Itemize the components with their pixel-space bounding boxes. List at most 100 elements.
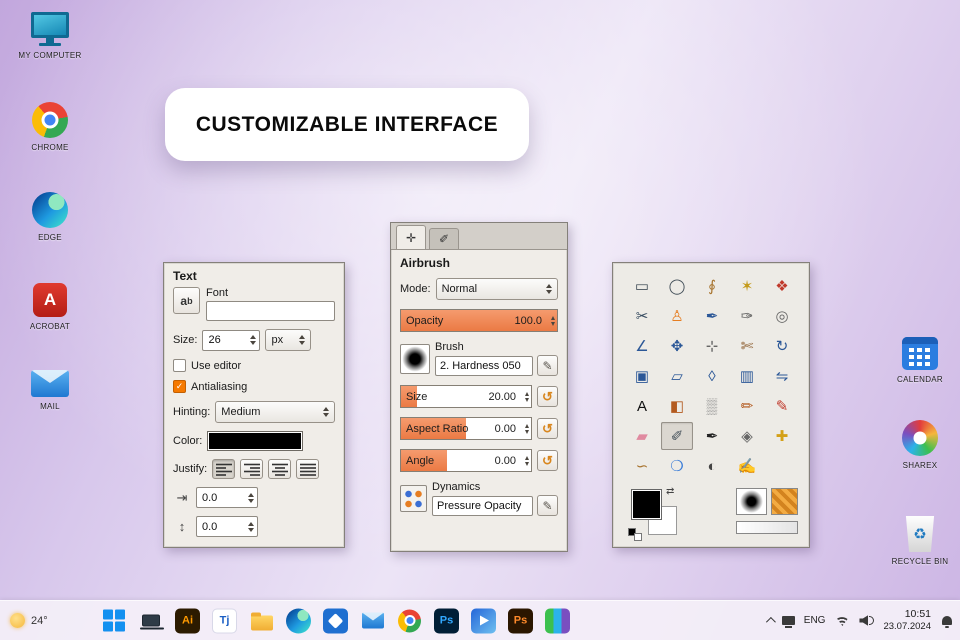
reset-angle-button[interactable]: ↺ [537,450,558,471]
taskbar-edge[interactable] [285,607,312,634]
default-colors-bg-icon[interactable] [634,533,642,541]
taskbar-tourbox[interactable]: Tj [211,607,238,634]
desktop-icon-sharex[interactable]: SHAREX [882,420,958,470]
tool-transform-3d[interactable]: ▥ [731,362,763,390]
tool-smudge[interactable]: ∽ [626,452,658,480]
indent-spinner[interactable] [196,487,258,508]
reset-size-button[interactable]: ↺ [537,386,558,407]
tool-blur-sharpen[interactable]: ❍ [661,452,693,480]
tool-paintbrush[interactable]: ✎ [766,392,798,420]
dynamics-input[interactable] [432,495,533,516]
tool-airbrush[interactable]: ✐ [661,422,693,450]
tool-move[interactable]: ✥ [661,332,693,360]
tool-perspective[interactable]: ◊ [696,362,728,390]
desktop-icon-mail[interactable]: MAIL [12,370,88,411]
tool-free-select[interactable]: ∮ [696,272,728,300]
taskbar-device-app[interactable] [137,607,164,634]
tool-color-picker[interactable]: ✑ [731,302,763,330]
size-slider-arrows[interactable] [525,391,529,402]
indent-arrows[interactable] [248,492,254,503]
tool-scale[interactable]: ▣ [626,362,658,390]
start-button[interactable] [100,607,127,634]
reset-aspect-ratio-button[interactable]: ↺ [537,418,558,439]
tool-rectangle-select[interactable]: ▭ [626,272,658,300]
tray-display-icon[interactable] [781,616,795,628]
taskbar-mail[interactable] [359,607,386,634]
taskbar-photos[interactable] [322,607,349,634]
tab-brushes[interactable]: ✐ [429,228,459,249]
line-spacing-input[interactable] [202,520,245,533]
hinting-select[interactable]: Medium [215,401,335,423]
tool-pencil[interactable]: ✏ [731,392,763,420]
brush-preview-button[interactable] [400,343,430,374]
brush-name-input[interactable] [435,355,533,376]
tool-ellipse-select[interactable]: ◯ [661,272,693,300]
clock[interactable]: 10:51 23.07.2024 [883,608,931,633]
taskbar-photoshop-express[interactable]: Ps [507,607,534,634]
desktop-icon-my-computer[interactable]: MY COMPUTER [12,12,88,60]
foreground-color-swatch[interactable] [631,489,662,520]
active-brush-preview[interactable] [736,488,767,515]
taskbar-file-explorer[interactable] [248,607,275,634]
text-color-swatch[interactable] [207,431,304,451]
weather-widget[interactable]: 24° [10,601,48,640]
tool-measure[interactable]: ∠ [626,332,658,360]
tool-scissors-select[interactable]: ✂ [626,302,658,330]
aspect-ratio-slider[interactable]: Aspect Ratio 0.00 [400,417,532,440]
font-input[interactable] [206,301,335,321]
line-spacing-arrows[interactable] [248,521,254,532]
taskbar-illustrator[interactable]: Ai [174,607,201,634]
tool-foreground-select[interactable]: ♙ [661,302,693,330]
active-pattern-preview[interactable] [771,488,798,515]
tool-zoom[interactable]: ◎ [766,302,798,330]
tool-alignment[interactable]: ⊹ [696,332,728,360]
size-input[interactable] [208,334,248,346]
tool-rotate[interactable]: ↻ [766,332,798,360]
size-unit-select[interactable]: px [265,329,312,351]
justify-right-button[interactable] [240,459,264,479]
angle-arrows[interactable] [525,455,529,466]
angle-slider[interactable]: Angle 0.00 [400,449,532,472]
swap-colors-icon[interactable]: ⇄ [666,486,674,497]
taskbar-photoshop[interactable]: Ps [433,607,460,634]
taskbar-chrome[interactable] [396,607,423,634]
tool-fuzzy-select[interactable]: ✶ [731,272,763,300]
justify-center-button[interactable] [268,459,292,479]
desktop-icon-chrome[interactable]: CHROME [12,102,88,152]
tool-ink[interactable]: ✒ [696,422,728,450]
tab-tool-options[interactable]: ✛ [396,225,426,249]
line-spacing-spinner[interactable] [196,516,258,537]
mode-select[interactable]: Normal [435,278,558,300]
dynamics-preview-button[interactable] [400,485,427,512]
tool-eraser[interactable]: ▰ [626,422,658,450]
justify-fill-button[interactable] [296,459,320,479]
justify-left-button[interactable] [212,459,236,479]
size-slider[interactable]: Size 20.00 [400,385,532,408]
edit-dynamics-button[interactable]: ✎ [537,495,558,516]
tool-dodge-burn[interactable]: ◐ [696,452,728,480]
taskbar-media-player[interactable] [470,607,497,634]
tool-heal[interactable]: ✚ [766,422,798,450]
tool-text[interactable]: A [626,392,658,420]
tool-clone[interactable]: ◈ [731,422,763,450]
aspect-ratio-arrows[interactable] [525,423,529,434]
font-picker-button[interactable]: ab [173,287,200,314]
notifications-bell-icon[interactable] [942,616,952,628]
language-indicator[interactable]: ENG [804,615,826,626]
indent-input[interactable] [202,491,245,504]
size-spinner[interactable] [202,329,261,351]
desktop-icon-edge[interactable]: EDGE [12,192,88,242]
edit-brush-button[interactable]: ✎ [537,355,558,376]
tray-chevron-up-icon[interactable] [765,616,776,627]
taskbar-misc-app[interactable] [544,607,571,634]
tool-bucket-fill[interactable]: ◧ [661,392,693,420]
tool-mypaint-brush[interactable]: ✍ [731,452,763,480]
size-spin-arrows[interactable] [250,335,257,345]
desktop-icon-recycle-bin[interactable]: ♻ RECYCLE BIN [882,516,958,566]
volume-icon[interactable] [859,615,875,626]
use-editor-checkbox[interactable] [173,359,186,372]
tool-gradient[interactable]: ▒ [696,392,728,420]
tool-shear[interactable]: ▱ [661,362,693,390]
wifi-icon[interactable] [834,615,851,626]
opacity-arrows[interactable] [551,315,555,326]
